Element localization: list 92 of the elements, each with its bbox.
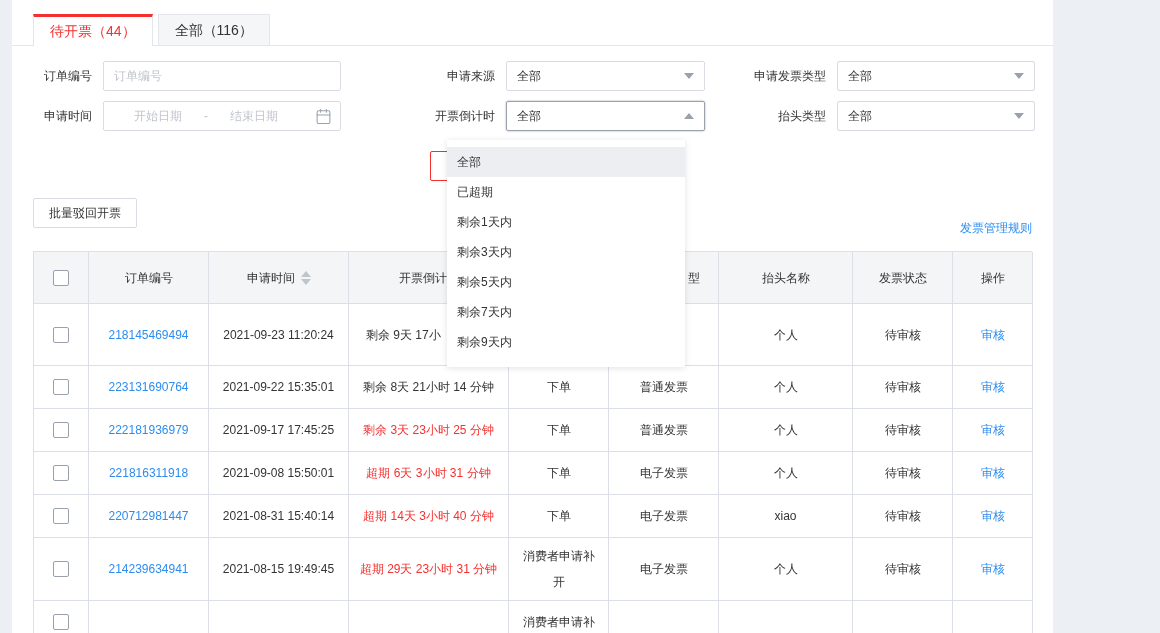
status-text: 待审核: [884, 561, 921, 578]
dropdown-option[interactable]: 剩余3天内: [447, 237, 685, 267]
action-link[interactable]: 审核: [980, 378, 1005, 396]
countdown-text: 剩余 3天 23小时 25 分钟: [363, 422, 494, 439]
time-text: 2021-08-15 19:49:45: [222, 561, 335, 578]
source-text: 消费者申请补开: [521, 548, 596, 591]
column-header-text: 型: [688, 269, 700, 287]
time-text: 2021-09-08 15:50:01: [222, 465, 335, 482]
order-link[interactable]: 221816311918: [108, 464, 189, 482]
start-date-placeholder: 开始日期: [134, 108, 182, 125]
countdown-text: 剩余 8天 21小时 14 分钟: [363, 379, 494, 396]
dropdown-option[interactable]: 全部: [447, 147, 685, 177]
filter-label: 申请时间: [43, 108, 93, 125]
order-link[interactable]: 222181936979: [108, 421, 189, 439]
caret-icon: [1014, 113, 1024, 119]
select-field[interactable]: 全部: [506, 61, 705, 91]
order-link[interactable]: 214239634941: [108, 560, 189, 578]
invoice-type-text: 电子发票: [639, 465, 688, 482]
select-field[interactable]: 全部: [837, 101, 1035, 131]
invoice-type-text: 电子发票: [639, 561, 688, 578]
select-field[interactable]: 全部: [837, 61, 1035, 91]
source-text: 下单: [545, 422, 572, 439]
action-link[interactable]: 审核: [980, 464, 1005, 482]
column-header-text: 发票状态: [878, 269, 927, 287]
dropdown-option[interactable]: 剩余7天内: [447, 297, 685, 327]
checkbox[interactable]: [53, 508, 69, 524]
select-field[interactable]: 全部: [506, 101, 705, 131]
title-text: 个人: [773, 465, 798, 482]
column-header-text: 操作: [980, 269, 1005, 287]
dropdown-option[interactable]: 剩余9天内: [447, 327, 685, 357]
countdown-text: 超期 6天 3小时 31 分钟: [366, 465, 491, 482]
source-text: 消费者申请补: [521, 614, 596, 631]
sort-icon[interactable]: [300, 270, 311, 285]
action-link[interactable]: 审核: [980, 325, 1005, 344]
checkbox[interactable]: [53, 614, 69, 630]
filter-label: 申请来源: [446, 68, 497, 85]
order-link[interactable]: 218145469494: [108, 325, 189, 344]
status-text: 待审核: [884, 422, 921, 439]
filter-label: 抬头类型: [777, 108, 828, 125]
order-link[interactable]: 223131690764: [108, 378, 189, 396]
status-text: 待审核: [884, 508, 921, 525]
column-header-text: 开票倒计: [399, 269, 447, 287]
invoice-type-text: 电子发票: [639, 508, 688, 525]
end-date-placeholder: 结束日期: [230, 108, 278, 125]
checkbox[interactable]: [53, 561, 69, 577]
source-text: 下单: [545, 379, 572, 396]
title-text: xiao: [774, 508, 797, 525]
status-text: 待审核: [884, 465, 921, 482]
filter-label: 订单编号: [43, 68, 93, 85]
caret-icon: [1014, 73, 1024, 79]
status-text: 待审核: [884, 326, 921, 344]
filter-label: 申请发票类型: [753, 68, 828, 85]
invoice-type-text: 普通发票: [639, 379, 688, 396]
status-text: 待审核: [884, 379, 921, 396]
time-text: 2021-09-17 17:45:25: [222, 422, 335, 439]
tab[interactable]: 待开票（44）: [33, 14, 153, 46]
source-text: 下单: [545, 465, 572, 482]
caret-icon: [684, 113, 694, 119]
checkbox[interactable]: [53, 269, 69, 286]
action-link[interactable]: 审核: [980, 507, 1005, 525]
invoice-type-text: 普通发票: [639, 422, 688, 439]
checkbox[interactable]: [53, 326, 69, 343]
checkbox[interactable]: [53, 379, 69, 395]
tab[interactable]: 全部（116）: [157, 14, 270, 45]
dropdown-option[interactable]: 剩余1天内: [447, 207, 685, 237]
countdown-text: 超期 14天 3小时 40 分钟: [363, 508, 494, 525]
calendar-icon: [315, 107, 332, 125]
time-text: 2021-08-31 15:40:14: [222, 508, 335, 525]
title-text: 个人: [773, 379, 798, 396]
action-link[interactable]: 审核: [980, 421, 1005, 439]
caret-icon: [684, 73, 694, 79]
title-text: 个人: [773, 326, 798, 344]
checkbox[interactable]: [53, 422, 69, 438]
column-header-text: 抬头名称: [761, 269, 810, 287]
dropdown-option[interactable]: 已超期: [447, 177, 685, 207]
title-text: 个人: [773, 422, 798, 439]
action-link[interactable]: 审核: [980, 560, 1005, 578]
time-text: 2021-09-23 11:20:24: [223, 326, 334, 344]
rules-link[interactable]: 发票管理规则: [960, 219, 1032, 237]
title-text: 个人: [773, 561, 798, 578]
column-header-text: 订单编号: [124, 269, 173, 287]
date-separator: -: [204, 108, 208, 125]
batch-reject-button[interactable]: 批量驳回开票: [33, 198, 137, 228]
filter-label: 开票倒计时: [434, 108, 497, 125]
source-text: 下单: [545, 508, 572, 525]
countdown-text: 剩余 9天 17小: [366, 326, 441, 344]
time-text: 2021-09-22 15:35:01: [222, 379, 335, 396]
countdown-text: 超期 29天 23小时 31 分钟: [359, 561, 498, 578]
order-link[interactable]: 220712981447: [108, 507, 189, 525]
checkbox[interactable]: [53, 465, 69, 481]
dropdown-option[interactable]: 剩余5天内: [447, 267, 685, 297]
column-header-text: 申请时间: [246, 269, 295, 287]
